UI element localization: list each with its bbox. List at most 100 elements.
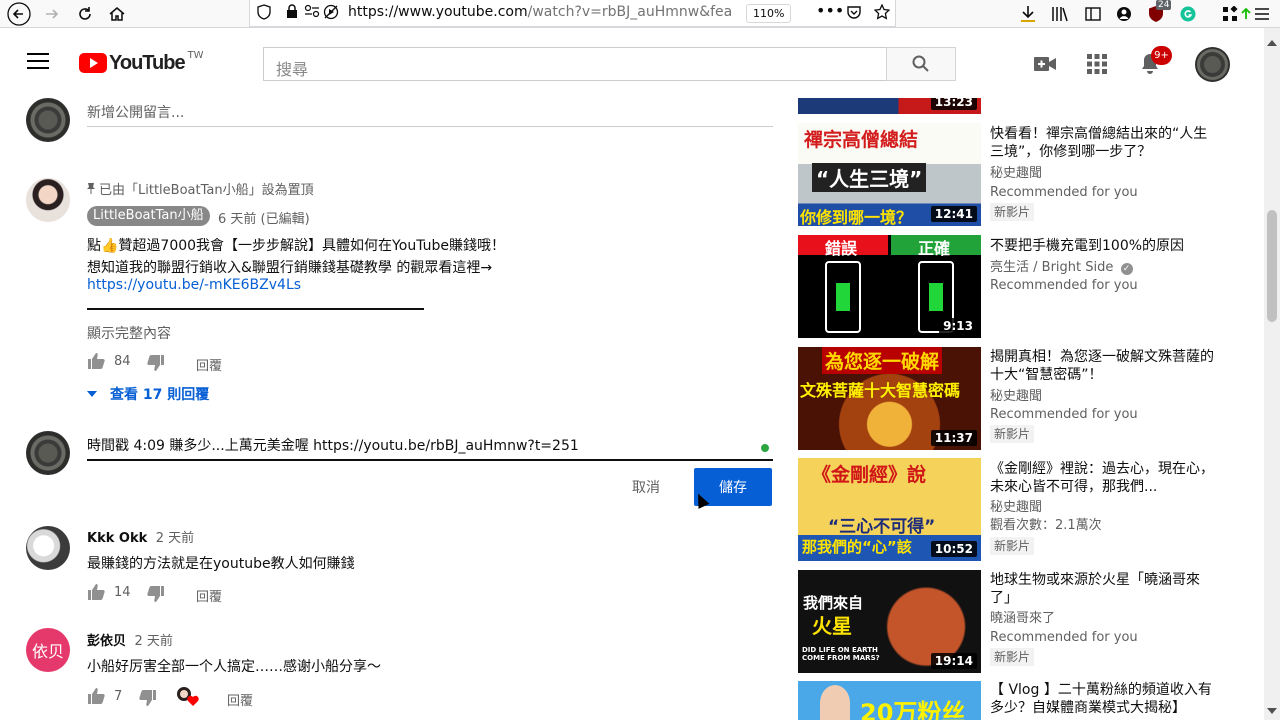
creator-heart-icon	[177, 687, 201, 707]
video-title[interactable]: 地球生物或來源於火星「曉涵哥來了」	[990, 571, 1215, 607]
video-channel[interactable]: 秘史趣聞	[990, 499, 1042, 517]
video-thumbnail[interactable]: 為您逐一破解 文殊菩薩十大智慧密碼 11:37	[798, 347, 981, 450]
back-icon[interactable]	[7, 2, 31, 26]
creator-author-chip[interactable]: LittleBoatTan小船	[87, 206, 210, 226]
reply-button[interactable]: 回覆	[227, 690, 253, 709]
more-actions-icon[interactable]: •••	[816, 1, 844, 20]
apps-icon[interactable]	[1085, 52, 1109, 76]
hamburger-menu-icon[interactable]	[1253, 2, 1271, 26]
pocket-icon[interactable]	[846, 4, 862, 24]
new-video-badge: 新影片	[990, 648, 1035, 666]
search-button[interactable]	[886, 47, 956, 81]
commenter-avatar[interactable]	[26, 526, 70, 570]
bookmark-star-icon[interactable]	[873, 3, 891, 24]
youtube-header: YouTube TW 搜尋 9+	[0, 28, 1264, 98]
grammarly-icon[interactable]	[1176, 2, 1200, 26]
video-channel[interactable]: 曉涵哥來了	[990, 610, 1055, 628]
video-meta: Recommended for you	[990, 630, 1138, 645]
lock-icon[interactable]	[286, 4, 298, 23]
comment-time[interactable]: 2 天前	[156, 531, 194, 546]
video-duration: 13:23	[930, 98, 977, 110]
reply-button[interactable]: 回覆	[196, 355, 222, 374]
edit-comment-underline	[87, 459, 773, 461]
video-channel[interactable]: 秘史趣聞	[990, 165, 1042, 183]
view-replies-button[interactable]: 查看 17 則回覆	[87, 384, 209, 404]
cancel-button[interactable]: 取消	[618, 468, 674, 506]
reload-icon[interactable]	[73, 2, 97, 26]
like-button[interactable]: 14	[87, 584, 131, 600]
video-thumbnail[interactable]: 《金剛經》說 “三心不可得” 那我們的“心”該 10:52	[798, 458, 981, 561]
sidebar-icon[interactable]	[1081, 2, 1105, 26]
video-channel[interactable]: 亮生活 / Bright Side ✓	[990, 259, 1133, 277]
shield-icon[interactable]	[257, 4, 271, 24]
comment-author[interactable]: 彭依贝	[87, 634, 126, 649]
video-thumbnail[interactable]: 20万粉丝	[798, 681, 981, 720]
pinned-label: 已由「LittleBoatTan小船」設為置頂	[87, 179, 314, 198]
pinned-comment-divider	[87, 308, 424, 310]
search-input[interactable]: 搜尋	[263, 47, 887, 81]
account-avatar[interactable]	[1195, 47, 1230, 82]
dislike-button[interactable]	[147, 586, 165, 602]
scroll-thumb[interactable]	[1267, 210, 1277, 322]
scroll-down-arrow[interactable]	[1267, 708, 1277, 714]
reply-button[interactable]: 回覆	[196, 586, 222, 605]
update-icon[interactable]	[1239, 2, 1253, 26]
pinned-comment-time[interactable]: 6 天前 (已編輯)	[218, 208, 310, 227]
ublock-icon[interactable]: 24	[1144, 0, 1172, 26]
video-title[interactable]: 不要把手機充電到100%的原因	[990, 237, 1215, 255]
logo-text: YouTube	[109, 51, 186, 74]
download-icon[interactable]	[1016, 2, 1040, 26]
url-path: /watch?v=rbBJ_auHmnw&fea	[527, 4, 733, 20]
thumb-down-icon	[147, 355, 164, 371]
video-thumbnail[interactable]: 13:23	[798, 98, 981, 114]
youtube-logo[interactable]: YouTube TW	[79, 50, 204, 74]
like-button[interactable]: 84	[87, 353, 131, 369]
account-icon[interactable]	[1112, 2, 1136, 26]
creator-avatar[interactable]	[26, 178, 70, 222]
home-icon[interactable]	[105, 2, 129, 26]
commenter-avatar[interactable]: 依贝	[26, 628, 70, 672]
url-bar[interactable]: https://www.youtube.com/watch?v=rbBJ_auH…	[249, 0, 896, 27]
video-thumbnail[interactable]: 錯誤 正確 9:13	[798, 235, 981, 338]
video-title[interactable]: 《金剛經》裡說：過去心，現在心，未來心皆不可得，那我們...	[990, 460, 1215, 496]
like-count: 14	[114, 584, 131, 600]
library-icon[interactable]	[1048, 2, 1072, 26]
new-comment-input[interactable]: 新增公開留言...	[87, 102, 184, 122]
url-text[interactable]: https://www.youtube.com/watch?v=rbBJ_auH…	[348, 4, 744, 20]
video-title[interactable]: 【 Vlog 】二十萬粉絲的頻道收入有多少？自媒體商業模式大揭秘】	[990, 681, 1215, 717]
scroll-up-arrow[interactable]	[1267, 40, 1277, 46]
edit-comment-input[interactable]: 時間戳 4:09 賺多少...上萬元美金喔 https://youtu.be/r…	[87, 435, 579, 455]
show-more-button[interactable]: 顯示完整內容	[87, 323, 171, 343]
permissions-icon[interactable]	[304, 4, 320, 22]
zoom-level-badge[interactable]: 110%	[746, 4, 792, 23]
video-duration: 19:14	[930, 653, 977, 669]
video-channel[interactable]: 秘史趣聞	[990, 388, 1042, 406]
pinned-comment-line-1: 點👍贊超過7000我會【一步步解說】具體如何在YouTube賺錢哦！	[87, 238, 505, 254]
video-title[interactable]: 快看看！禪宗高僧總結出來的“人生三境”，你修到哪一步了？	[990, 125, 1215, 161]
comment-author[interactable]: Kkk Okk	[87, 531, 147, 546]
autoplay-blocked-icon[interactable]	[323, 4, 339, 24]
like-button[interactable]: 7	[87, 688, 122, 704]
dislike-button[interactable]	[147, 355, 165, 371]
thumbnail-text: 20万粉丝	[860, 699, 966, 720]
comment-time[interactable]: 2 天前	[134, 634, 172, 649]
forward-icon[interactable]	[40, 2, 64, 26]
video-title[interactable]: 揭開真相！為您逐一破解文殊菩薩的十大“智慧密碼”！	[990, 348, 1215, 384]
like-count: 84	[114, 353, 131, 369]
video-thumbnail[interactable]: 禪宗高僧總結 “人生三境” 你修到哪一境？ 12:41	[798, 123, 981, 226]
dislike-button[interactable]	[139, 690, 157, 706]
thumb-up-icon	[88, 688, 105, 704]
url-host: https://www.youtube.com	[348, 4, 528, 20]
page-scrollbar[interactable]	[1264, 28, 1280, 720]
video-meta: Recommended for you	[990, 185, 1138, 200]
grammarly-status-dot[interactable]	[761, 444, 769, 452]
video-duration: 9:13	[939, 318, 977, 334]
video-thumbnail[interactable]: 我們來自 火星 DID LIFE ON EARTH COME FROM MARS…	[798, 570, 981, 673]
guide-menu-icon[interactable]	[27, 53, 49, 69]
pinned-comment-link[interactable]: https://youtu.be/-mKE6BZv4Ls	[87, 277, 301, 293]
comment-text: 小船好厉害全部一个人搞定……感谢小船分享～	[87, 659, 381, 675]
search-icon	[912, 55, 929, 72]
create-video-icon[interactable]	[1033, 52, 1057, 76]
thumbnail-text: 文殊菩薩十大智慧密碼	[800, 381, 961, 400]
notification-count-badge: 9+	[1151, 46, 1172, 65]
